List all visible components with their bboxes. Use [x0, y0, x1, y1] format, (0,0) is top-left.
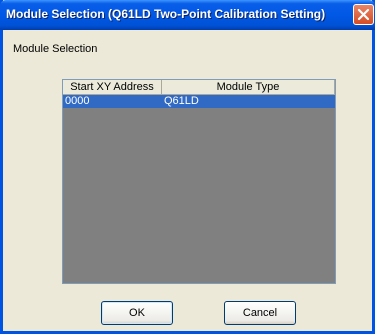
title-bar[interactable]: Module Selection (Q61LD Two-Point Calibr…: [0, 0, 375, 30]
cell-start-xy-address: 0000: [65, 95, 90, 107]
module-selection-dialog: Module Selection (Q61LD Two-Point Calibr…: [0, 0, 375, 334]
list-header: Start XY Address Module Type: [63, 80, 335, 95]
window-title: Module Selection (Q61LD Two-Point Calibr…: [6, 7, 326, 21]
module-selection-label: Module Selection: [13, 43, 98, 55]
column-header-module-type[interactable]: Module Type: [162, 80, 335, 95]
list-row[interactable]: 0000 Q61LD: [63, 95, 335, 108]
cancel-button[interactable]: Cancel: [224, 301, 296, 325]
ok-button[interactable]: OK: [101, 301, 173, 325]
cell-module-type: Q61LD: [164, 95, 199, 107]
close-icon: [357, 8, 370, 21]
column-header-start-xy-address[interactable]: Start XY Address: [63, 80, 162, 95]
module-list[interactable]: Start XY Address Module Type 0000 Q61LD: [62, 79, 336, 284]
close-button[interactable]: [353, 4, 374, 25]
